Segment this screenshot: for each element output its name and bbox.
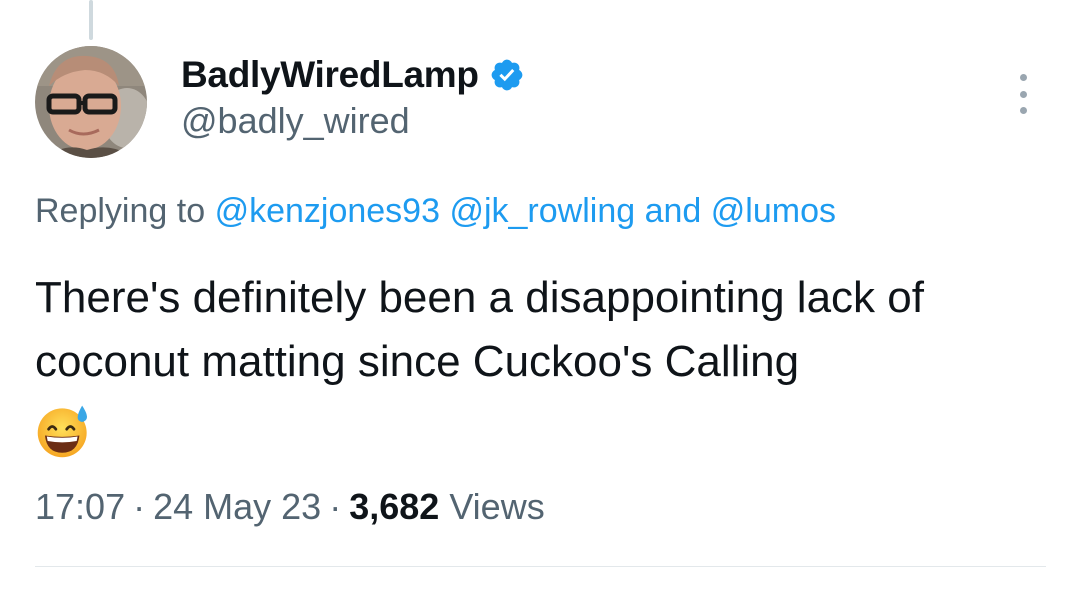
display-name[interactable]: BadlyWiredLamp xyxy=(181,54,479,96)
mention-link[interactable]: @jk_rowling xyxy=(449,192,635,230)
avatar[interactable] xyxy=(35,46,147,158)
meta-separator: · xyxy=(329,486,342,527)
views-label[interactable]: Views xyxy=(449,486,544,527)
mention-joiner[interactable]: and xyxy=(645,192,702,230)
tweet-time[interactable]: 17:07 xyxy=(35,486,125,527)
display-name-row: BadlyWiredLamp xyxy=(181,52,525,98)
thread-connector-line xyxy=(89,0,93,40)
mention-link[interactable]: @kenzjones93 xyxy=(215,192,440,230)
more-dot xyxy=(1019,90,1027,98)
avatar-image xyxy=(35,46,147,158)
more-options-icon[interactable] xyxy=(1010,74,1036,114)
tweet-meta: 17:07 · 24 May 23 · 3,682 Views xyxy=(35,486,545,528)
author-block: BadlyWiredLamp @badly_wired xyxy=(181,52,525,142)
meta-separator: · xyxy=(133,486,146,527)
user-handle[interactable]: @badly_wired xyxy=(181,100,525,142)
mention-link[interactable]: @lumos xyxy=(711,192,836,230)
more-dot xyxy=(1019,74,1027,81)
tweet-date[interactable]: 24 May 23 xyxy=(153,486,321,527)
grinning-face-with-sweat-icon xyxy=(35,402,93,460)
views-count[interactable]: 3,682 xyxy=(349,486,439,527)
replying-to-line: Replying to @kenzjones93 @jk_rowling and… xyxy=(35,192,836,231)
more-dot xyxy=(1019,107,1027,114)
replying-to-label: Replying to xyxy=(35,192,206,230)
verified-badge-icon[interactable] xyxy=(489,57,525,93)
divider xyxy=(35,566,1046,567)
tweet-text: There's definitely been a disappointing … xyxy=(35,273,924,386)
